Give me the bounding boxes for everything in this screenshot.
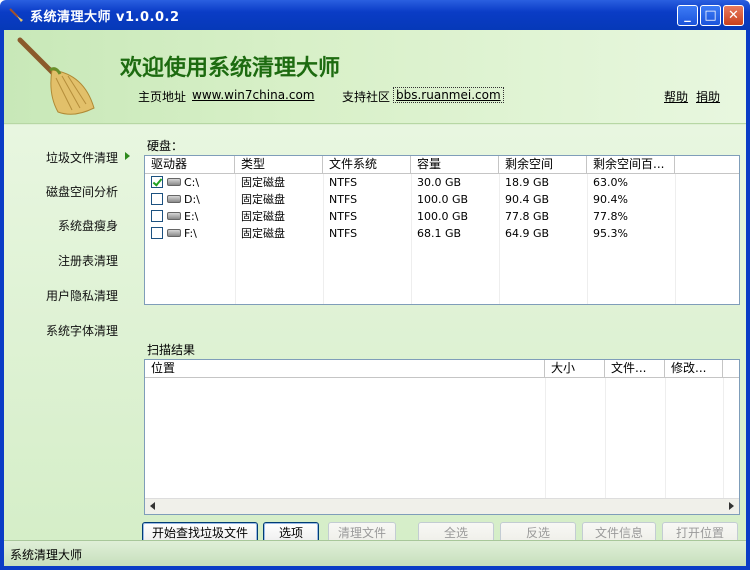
hard-disk-icon [167,178,181,186]
sidebar-item-disk-analysis[interactable]: 磁盘空间分析 [4,183,132,200]
grid-line [323,174,324,304]
drive-type: 固定磁盘 [241,210,285,223]
drive-free: 18.9 GB [505,176,550,189]
col-capacity[interactable]: 容量 [411,156,499,173]
drive-free-pct: 63.0% [593,176,628,189]
scroll-right-icon[interactable] [729,502,734,510]
drive-free: 64.9 GB [505,227,550,240]
window-frame: 欢迎使用系统清理大师 主页地址 www.win7china.com 支持社区 b… [0,30,750,570]
drive-capacity: 100.0 GB [417,210,469,223]
grid-line [675,174,676,304]
scan-results-list[interactable]: 位置 大小 文件... 修改... [144,359,740,515]
title-bar[interactable]: 系统清理大师 v1.0.0.2 _ □ ✕ [0,0,750,30]
grid-line [665,378,666,498]
col-free-percent[interactable]: 剩余空间百... [587,156,675,173]
main-area: 垃圾文件清理 磁盘空间分析 系统盘瘦身 注册表清理 用户隐私清理 系统字体清理 … [4,125,746,545]
col-modified[interactable]: 修改... [665,360,723,377]
homepage-label: 主页地址 [138,90,187,104]
drive-free-pct: 77.8% [593,210,628,223]
status-bar: 系统清理大师 [4,540,746,566]
grid-line [545,378,546,498]
drive-letter: F:\ [184,227,197,240]
help-link[interactable]: 帮助 [664,88,688,105]
sidebar-item-system-slim[interactable]: 系统盘瘦身 [4,217,132,234]
homepage-link[interactable]: www.win7china.com [192,88,314,102]
sidebar-item-junk-cleanup[interactable]: 垃圾文件清理 [4,149,132,166]
broom-app-icon [8,7,24,23]
sidebar-item-font-cleanup[interactable]: 系统字体清理 [4,322,132,339]
status-text: 系统清理大师 [10,548,83,562]
disk-section-label: 硬盘： [147,139,184,153]
drive-fs: NTFS [329,210,358,223]
grid-line [235,174,236,304]
drive-capacity: 68.1 GB [417,227,462,240]
drive-fs: NTFS [329,193,358,206]
window-controls: _ □ ✕ [677,5,744,26]
grid-line [411,174,412,304]
scroll-left-icon[interactable] [150,502,155,510]
col-file-type[interactable]: 文件... [605,360,665,377]
drive-checkbox[interactable] [151,227,163,239]
drive-type: 固定磁盘 [241,176,285,189]
drive-checkbox[interactable] [151,193,163,205]
community-label: 支持社区 [342,90,391,104]
drive-list[interactable]: 驱动器 类型 文件系统 容量 剩余空间 剩余空间百... C:\ 固定磁盘 NT… [144,155,740,305]
window-title: 系统清理大师 v1.0.0.2 [30,9,180,25]
col-free-space[interactable]: 剩余空间 [499,156,587,173]
donate-link[interactable]: 捐助 [696,88,720,105]
welcome-title: 欢迎使用系统清理大师 [120,55,341,81]
drive-checkbox[interactable] [151,210,163,222]
drive-free: 77.8 GB [505,210,550,223]
drive-capacity: 100.0 GB [417,193,469,206]
header-banner: 欢迎使用系统清理大师 主页地址 www.win7china.com 支持社区 b… [4,30,746,124]
sidebar-item-privacy-cleanup[interactable]: 用户隐私清理 [4,287,132,304]
broom-logo-icon [17,37,95,115]
drive-list-header: 驱动器 类型 文件系统 容量 剩余空间 剩余空间百... [145,156,739,174]
hard-disk-icon [167,195,181,203]
grid-line [499,174,500,304]
close-button[interactable]: ✕ [723,5,744,26]
grid-line [723,378,724,498]
drive-free-pct: 95.3% [593,227,628,240]
drive-checkbox[interactable] [151,176,163,188]
drive-free: 90.4 GB [505,193,550,206]
drive-letter: E:\ [184,210,199,223]
results-list-header: 位置 大小 文件... 修改... [145,360,739,378]
grid-line [605,378,606,498]
drive-free-pct: 90.4% [593,193,628,206]
hard-disk-icon [167,229,181,237]
col-size[interactable]: 大小 [545,360,605,377]
grid-line [587,174,588,304]
sidebar: 垃圾文件清理 磁盘空间分析 系统盘瘦身 注册表清理 用户隐私清理 系统字体清理 [4,125,139,540]
maximize-button[interactable]: □ [700,5,721,26]
col-location[interactable]: 位置 [145,360,545,377]
drive-capacity: 30.0 GB [417,176,462,189]
drive-fs: NTFS [329,176,358,189]
col-filesystem[interactable]: 文件系统 [323,156,411,173]
community-link[interactable]: bbs.ruanmei.com [393,87,504,103]
drive-letter: C:\ [184,176,200,189]
drive-type: 固定磁盘 [241,193,285,206]
horizontal-scrollbar[interactable] [145,498,739,514]
col-type[interactable]: 类型 [235,156,323,173]
col-drive[interactable]: 驱动器 [145,156,235,173]
sidebar-item-registry-cleanup[interactable]: 注册表清理 [4,252,132,269]
results-section-label: 扫描结果 [147,343,196,357]
drive-letter: D:\ [184,193,200,206]
hard-disk-icon [167,212,181,220]
drive-fs: NTFS [329,227,358,240]
minimize-button[interactable]: _ [677,5,698,26]
drive-type: 固定磁盘 [241,227,285,240]
